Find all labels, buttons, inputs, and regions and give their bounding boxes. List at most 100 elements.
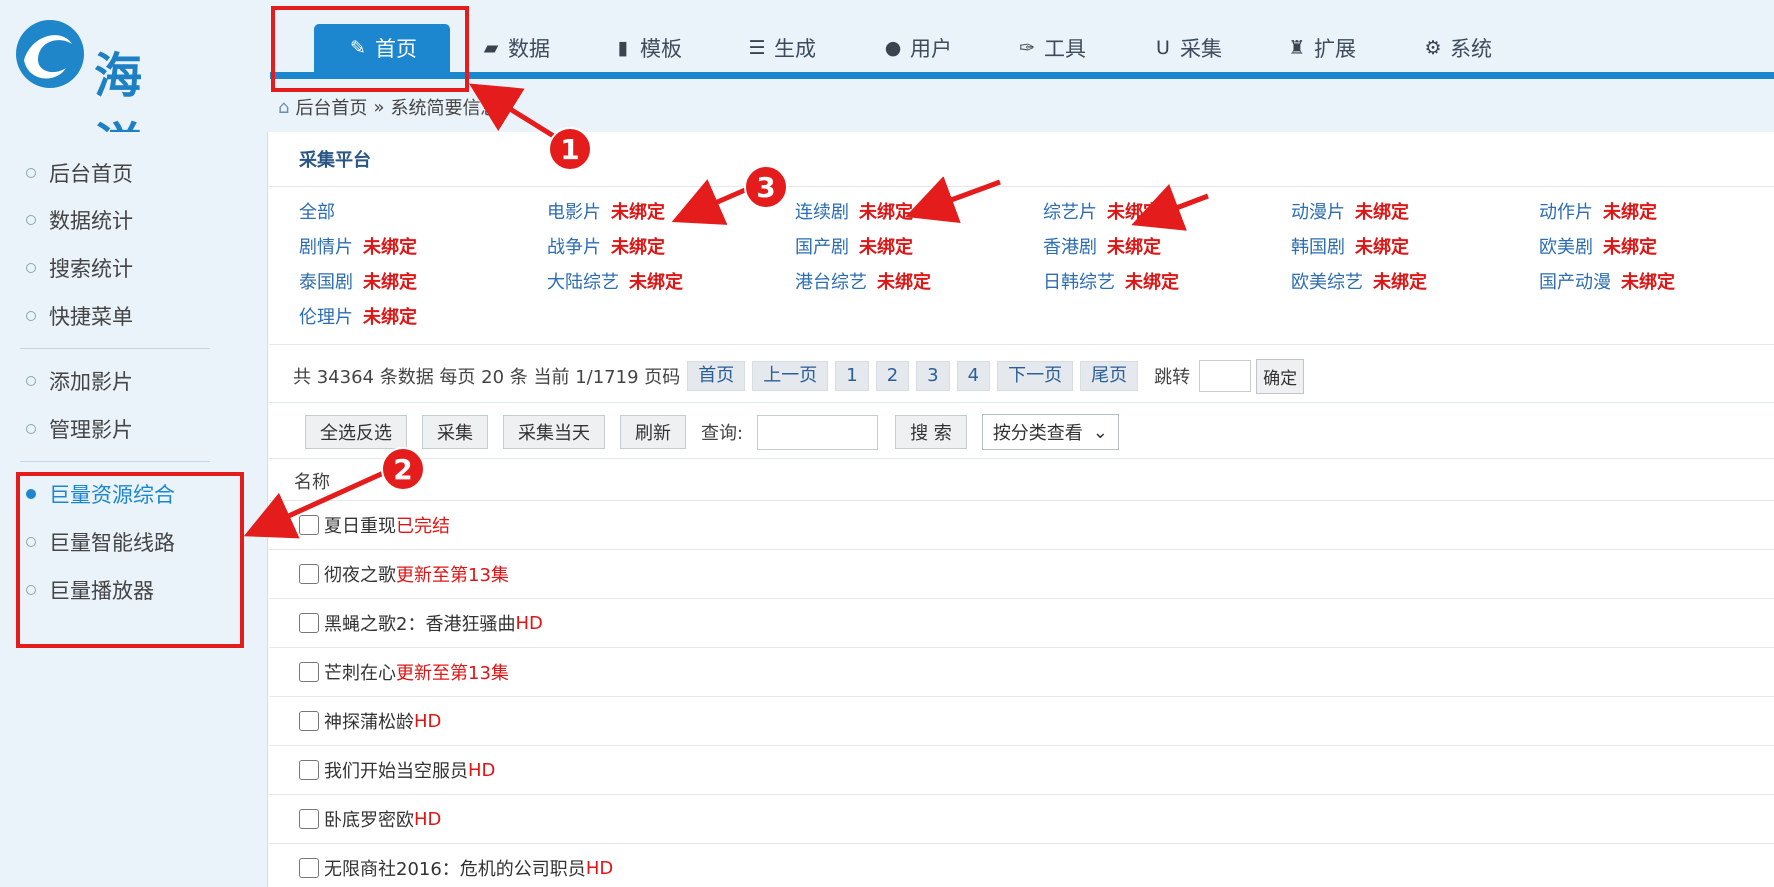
nav-tab-user[interactable]: ● 用户: [882, 24, 952, 72]
platform-item[interactable]: 韩国剧 未绑定: [1291, 233, 1409, 259]
platform-item[interactable]: 国产动漫 未绑定: [1539, 268, 1675, 294]
pager-page-1[interactable]: 1: [835, 361, 869, 391]
platform-item[interactable]: 大陆综艺 未绑定: [547, 268, 683, 294]
video-title[interactable]: 彻夜之歌: [324, 561, 396, 587]
pager-page-3[interactable]: 3: [916, 361, 950, 391]
nav-tab-extend[interactable]: ♜ 扩展: [1286, 24, 1356, 72]
platform-status: 未绑定: [1603, 202, 1657, 223]
pager-next-button[interactable]: 下一页: [997, 361, 1074, 391]
platform-status: 未绑定: [611, 237, 665, 258]
platform-name: 伦理片: [299, 307, 353, 328]
platform-item[interactable]: 动漫片 未绑定: [1291, 198, 1409, 224]
video-title[interactable]: 无限商社2016：危机的公司职员: [324, 855, 586, 881]
nav-label: 采集: [1180, 37, 1222, 61]
nav-tab-tools[interactable]: ✑ 工具: [1016, 24, 1086, 72]
sidebar-item-data-stats[interactable]: 数据统计: [26, 205, 133, 235]
refresh-button[interactable]: 刷新: [620, 415, 686, 449]
sidebar-item-label: 管理影片: [49, 418, 133, 442]
platform-status: 未绑定: [363, 237, 417, 258]
nav-tab-collect[interactable]: U 采集: [1152, 24, 1222, 72]
toolbar: 全选反选 采集 采集当天 刷新 查询: 搜 索 按分类查看 ⌄: [305, 414, 1119, 450]
collect-today-button[interactable]: 采集当天: [503, 415, 605, 449]
query-label: 查询:: [701, 423, 744, 444]
platform-item[interactable]: 欧美剧 未绑定: [1539, 233, 1657, 259]
video-status: 更新至第13集: [396, 565, 509, 586]
database-icon: ☰: [748, 37, 766, 59]
platform-name: 国产动漫: [1539, 272, 1611, 293]
platform-item[interactable]: 剧情片 未绑定: [299, 233, 417, 259]
row-checkbox[interactable]: [299, 711, 319, 731]
video-title[interactable]: 神探蒲松龄: [324, 708, 414, 734]
platform-name: 动作片: [1539, 202, 1593, 223]
collect-button[interactable]: 采集: [422, 415, 488, 449]
category-select[interactable]: 按分类查看 ⌄: [981, 414, 1119, 450]
platform-item[interactable]: 战争片 未绑定: [547, 233, 665, 259]
pager-first-button[interactable]: 首页: [687, 361, 746, 391]
platform-name: 全部: [299, 202, 335, 223]
row-checkbox[interactable]: [299, 662, 319, 682]
pager-page-4[interactable]: 4: [956, 361, 991, 391]
platform-name: 日韩综艺: [1043, 272, 1115, 293]
pager-confirm-button[interactable]: 确定: [1256, 358, 1305, 394]
platform-name: 剧情片: [299, 237, 353, 258]
platform-item[interactable]: 欧美综艺 未绑定: [1291, 268, 1427, 294]
platform-item[interactable]: 日韩综艺 未绑定: [1043, 268, 1179, 294]
platform-item[interactable]: 连续剧 未绑定: [795, 198, 913, 224]
platform-item[interactable]: 香港剧 未绑定: [1043, 233, 1161, 259]
video-title[interactable]: 我们开始当空服员: [324, 757, 468, 783]
nav-label: 扩展: [1314, 37, 1356, 61]
pager-jump-input[interactable]: [1199, 360, 1252, 392]
pager-last-button[interactable]: 尾页: [1080, 361, 1139, 391]
sidebar-item-search-stats[interactable]: 搜索统计: [26, 253, 133, 283]
breadcrumb: ⌂ 后台首页 » 系统简要信息: [278, 94, 498, 120]
row-checkbox[interactable]: [299, 809, 319, 829]
sidebar-item-add-video[interactable]: 添加影片: [26, 366, 133, 396]
list-column-name: 名称: [294, 472, 330, 493]
search-button[interactable]: 搜 索: [895, 415, 967, 449]
platform-item[interactable]: 泰国剧 未绑定: [299, 268, 417, 294]
nav-tab-data[interactable]: ▰ 数据: [480, 24, 550, 72]
platform-item[interactable]: 综艺片 未绑定: [1043, 198, 1161, 224]
row-checkbox[interactable]: [299, 515, 319, 535]
video-title[interactable]: 夏日重现: [324, 512, 396, 538]
pager-prev-button[interactable]: 上一页: [752, 361, 829, 391]
row-checkbox[interactable]: [299, 760, 319, 780]
header: 海洋 ✎ 首页 ▰ 数据 ▮ 模板 ☰ 生成 ● 用户 ✑ 工具 U 采集: [0, 0, 1774, 174]
platform-item[interactable]: 港台综艺 未绑定: [795, 268, 931, 294]
video-title[interactable]: 黑蝇之歌2：香港狂骚曲: [324, 610, 515, 636]
search-input[interactable]: [757, 414, 879, 450]
video-title[interactable]: 卧底罗密欧: [324, 806, 414, 832]
platform-item[interactable]: 动作片 未绑定: [1539, 198, 1657, 224]
sidebar-item-manage-video[interactable]: 管理影片: [26, 414, 133, 444]
nav-tab-system[interactable]: ⚙ 系统: [1422, 24, 1492, 72]
row-checkbox[interactable]: [299, 613, 319, 633]
platform-item[interactable]: 伦理片 未绑定: [299, 303, 417, 329]
platform-status: 未绑定: [363, 307, 417, 328]
video-title[interactable]: 芒刺在心: [324, 659, 396, 685]
chevron-down-icon: ⌄: [1092, 421, 1108, 443]
platform-status: 未绑定: [611, 202, 665, 223]
divider: [269, 344, 1774, 345]
bullet-icon: [26, 311, 36, 321]
row-checkbox[interactable]: [299, 858, 319, 878]
site-logo[interactable]: 海洋: [10, 14, 190, 174]
sidebar-item-label: 添加影片: [49, 370, 133, 394]
sidebar-item-dashboard[interactable]: 后台首页: [26, 158, 133, 188]
row-checkbox[interactable]: [299, 564, 319, 584]
nav-label: 数据: [508, 37, 550, 61]
divider: [269, 458, 1774, 459]
pager-page-2[interactable]: 2: [875, 361, 910, 391]
sidebar-item-shortcut-menu[interactable]: 快捷菜单: [26, 301, 133, 331]
platform-item[interactable]: 国产剧 未绑定: [795, 233, 913, 259]
breadcrumb-home[interactable]: 后台首页: [295, 94, 367, 120]
platform-item[interactable]: 全部: [299, 198, 335, 224]
video-status: HD: [414, 710, 442, 732]
nav-tab-generate[interactable]: ☰ 生成: [746, 24, 816, 72]
nav-tab-template[interactable]: ▮ 模板: [612, 24, 682, 72]
pagination: 共 34364 条数据 每页 20 条 当前 1/1719 页码 首页 上一页 …: [293, 358, 1305, 394]
select-all-button[interactable]: 全选反选: [305, 415, 407, 449]
platform-item[interactable]: 电影片 未绑定: [547, 198, 665, 224]
platform-status: 未绑定: [629, 272, 683, 293]
platform-name: 电影片: [547, 202, 601, 223]
platform-status: 未绑定: [1107, 202, 1161, 223]
